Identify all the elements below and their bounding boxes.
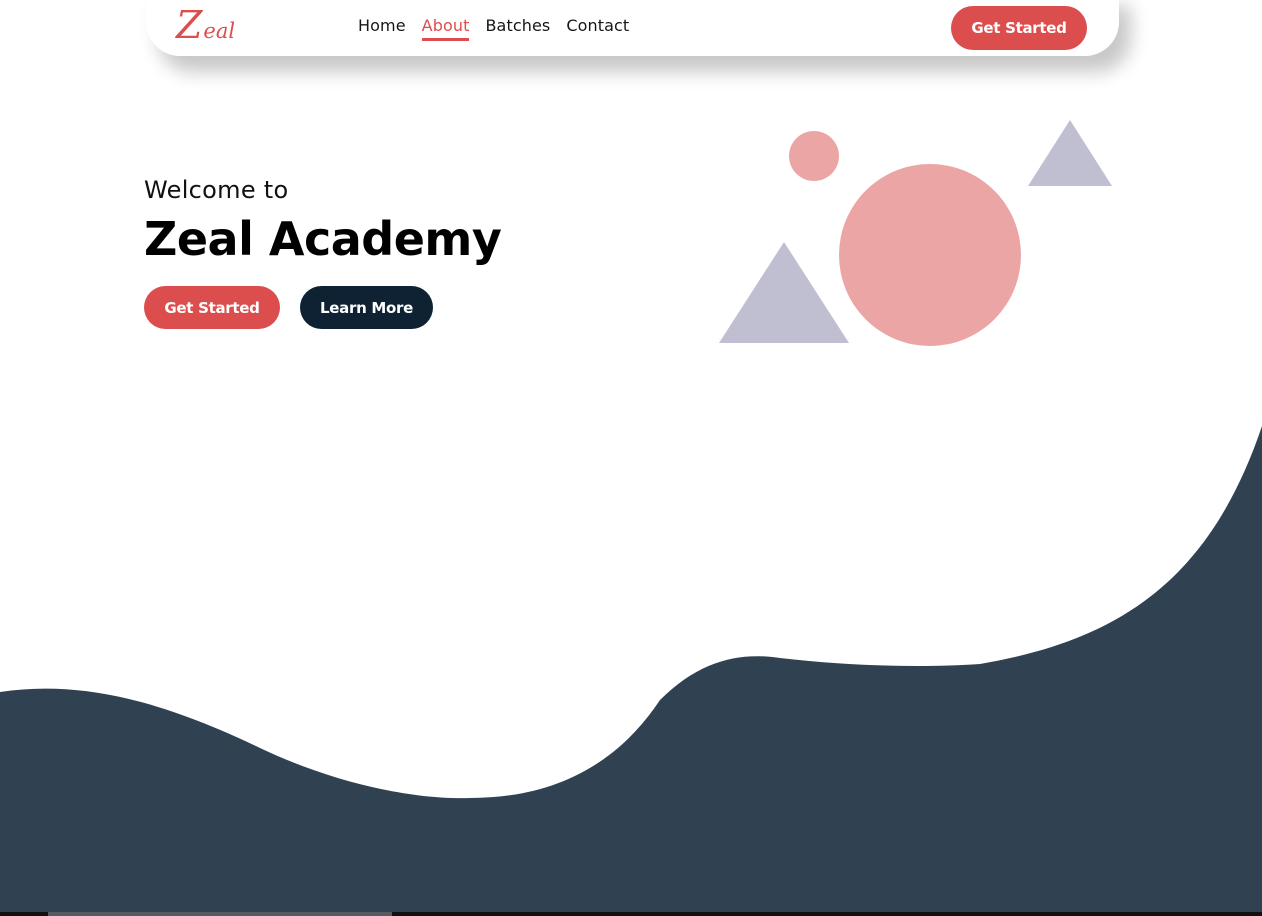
hero-title: Zeal Academy [144,212,502,266]
nav-links: Home About Batches Contact [358,16,629,41]
top-navbar: Z eal Home About Batches Contact Get Sta… [146,0,1119,56]
nav-get-started-button[interactable]: Get Started [951,6,1087,50]
nav-link-about[interactable]: About [421,16,470,41]
learn-more-button[interactable]: Learn More [300,286,433,329]
hero-kicker: Welcome to [144,176,289,204]
bottom-bar-tab [48,912,392,916]
hero-wave-background [0,426,1262,916]
brand-logo[interactable]: Z eal [176,6,235,44]
hero-actions: Get Started Learn More [144,286,501,329]
hero-section: Welcome to Zeal Academy Get Started Lear… [144,176,502,329]
get-started-button[interactable]: Get Started [144,286,280,329]
wave-shape [0,426,1262,916]
logo-initial: Z [176,3,203,47]
nav-link-contact[interactable]: Contact [566,16,629,41]
logo-text: eal [203,19,236,43]
nav-link-home[interactable]: Home [358,16,406,41]
nav-link-batches[interactable]: Batches [485,16,550,41]
